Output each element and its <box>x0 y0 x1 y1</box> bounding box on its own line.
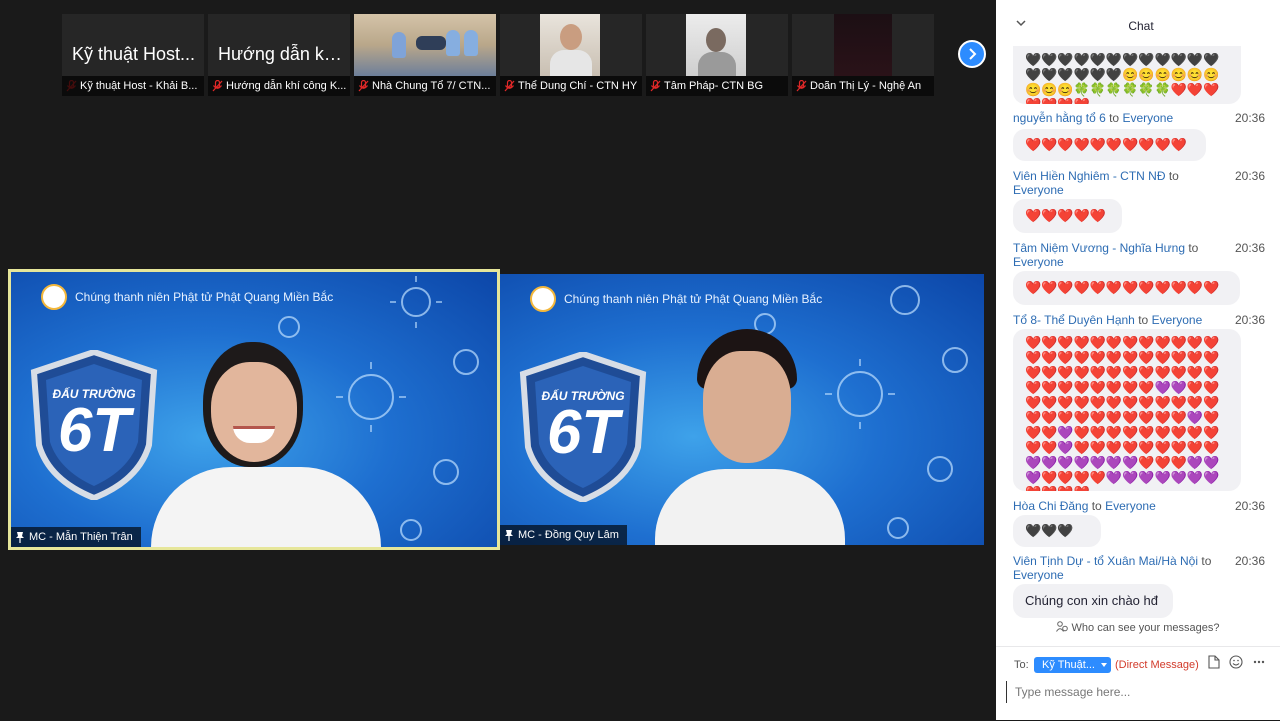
chat-title: Chat <box>1128 19 1154 33</box>
participant-video <box>686 14 746 76</box>
message-meta: Tâm Niệm Vương - Nghĩa Hưng to Everyone <box>1013 241 1199 269</box>
recipient-name: Everyone <box>1105 499 1156 513</box>
message-meta: Viên Tịnh Dự - tổ Xuân Mai/Hà Nội to Eve… <box>1013 554 1212 582</box>
recipient-name: Everyone <box>1122 111 1174 125</box>
muted-mic-icon <box>796 80 807 92</box>
message-bubble: Chúng con xin chào hđ ạ. <box>1013 584 1173 618</box>
people-icon <box>1056 621 1069 632</box>
recipient-name: Everyone <box>1013 568 1064 582</box>
message-time: 20:36 <box>1234 241 1265 255</box>
to-label: To: <box>1014 659 1029 671</box>
sender-name[interactable]: Tổ 8- Thể Duyên Hạnh <box>1013 313 1135 327</box>
organization-banner: Chúng thanh niên Phật tử Phật Quang Miền… <box>564 292 823 306</box>
message-bubble: 🖤🖤🖤🖤🖤🖤🖤🖤🖤🖤🖤🖤🖤🖤🖤🖤🖤🖤😊😊😊😊😊😊😊😊😊🍀🍀🍀🍀🍀🍀❤️❤️❤️❤… <box>1013 46 1241 104</box>
chat-panel: Chat 🖤🖤🖤🖤🖤🖤🖤🖤🖤🖤🖤🖤🖤🖤🖤🖤🖤🖤😊😊😊😊😊😊😊😊😊🍀🍀🍀🍀🍀🍀❤️… <box>996 0 1280 720</box>
message-meta: Viên Hiền Nghiêm - CTN NĐ to Everyone <box>1013 169 1179 197</box>
participant-name: MC - Mẫn Thiện Trân <box>29 531 133 543</box>
sender-name[interactable]: nguyễn hằng tổ 6 <box>1013 111 1106 125</box>
caret-down-icon <box>1101 663 1107 667</box>
recipient-name: Everyone <box>1013 183 1064 197</box>
emoji-icon[interactable] <box>1229 655 1243 669</box>
organization-logo <box>530 286 556 312</box>
sender-name[interactable]: Tâm Niệm Vương - Nghĩa Hưng <box>1013 241 1185 255</box>
next-page-button[interactable] <box>958 40 986 68</box>
participant-name: MC - Đồng Quy Lâm <box>518 529 619 541</box>
muted-mic-icon <box>212 80 223 92</box>
message-bubble: 🖤🖤🖤🖤🖤🖤 <box>1013 515 1101 547</box>
participant-video <box>834 14 892 76</box>
participant-thumbnail[interactable]: Hướng dẫn khí... Hướng dẫn khí công K... <box>208 14 350 96</box>
video-tile-active-speaker[interactable]: Chúng thanh niên Phật tử Phật Quang Miền… <box>11 272 497 547</box>
thumbnail-label: Tâm Pháp- CTN BG <box>646 76 788 96</box>
recipient-value: Kỹ Thuật... <box>1042 659 1095 671</box>
pin-icon <box>505 530 513 541</box>
participant-video <box>540 14 600 76</box>
banner-logo-text: 6T <box>57 396 131 465</box>
file-icon[interactable] <box>1208 655 1220 669</box>
chat-header: Chat <box>996 0 1280 46</box>
participant-thumbnail[interactable]: Kỹ thuật Host... Kỹ thuật Host - Khải B.… <box>62 14 204 96</box>
message-bubble: ❤️❤️❤️❤️❤️❤️❤️❤️❤️❤️❤️❤️❤️❤️❤️❤️❤️❤️❤️❤️… <box>1013 329 1241 491</box>
chat-message: nguyễn hằng tổ 6 to Everyone 20:36 ❤️❤️❤… <box>1013 111 1279 161</box>
recipient-name: Everyone <box>1013 255 1064 269</box>
video-gallery: Kỹ thuật Host... Kỹ thuật Host - Khải B.… <box>0 0 996 720</box>
privacy-link[interactable]: Who can see your messages? <box>996 621 1280 634</box>
participant-video <box>354 14 496 76</box>
thumbnail-name-large: Hướng dẫn khí... <box>218 44 346 64</box>
chat-messages: 🖤🖤🖤🖤🖤🖤🖤🖤🖤🖤🖤🖤🖤🖤🖤🖤🖤🖤😊😊😊😊😊😊😊😊😊🍀🍀🍀🍀🍀🍀❤️❤️❤️❤… <box>996 46 1280 618</box>
pin-icon <box>16 532 24 543</box>
chevron-right-icon <box>969 48 977 60</box>
message-meta: nguyễn hằng tổ 6 to Everyone <box>1013 111 1174 125</box>
participant-video <box>625 329 875 545</box>
chat-message: Viên Tịnh Dự - tổ Xuân Mai/Hà Nội to Eve… <box>1013 554 1279 618</box>
thumbnail-name-large: Kỹ thuật Host... <box>72 44 196 64</box>
privacy-text: Who can see your messages? <box>1071 622 1220 634</box>
participant-thumbnail[interactable]: Tâm Pháp- CTN BG <box>646 14 788 96</box>
thumbnail-label: Thể Dung Chí - CTN HY <box>500 76 642 96</box>
muted-mic-icon <box>358 80 369 92</box>
chat-message: Tâm Niệm Vương - Nghĩa Hưng to Everyone … <box>1013 241 1279 305</box>
participant-name-tag: MC - Mẫn Thiện Trân <box>11 527 141 547</box>
message-meta: Hòa Chi Đăng to Everyone <box>1013 499 1156 513</box>
sender-name[interactable]: Viên Tịnh Dự - tổ Xuân Mai/Hà Nội <box>1013 554 1198 568</box>
recipient-name: Everyone <box>1151 313 1203 327</box>
chat-message: Tổ 8- Thể Duyên Hạnh to Everyone 20:36 ❤… <box>1013 313 1279 491</box>
more-options-icon[interactable] <box>1253 655 1265 669</box>
banner-logo-text: 6T <box>546 398 620 467</box>
recipient-dropdown[interactable]: Kỹ Thuật... <box>1034 657 1111 673</box>
muted-mic-icon <box>504 80 515 92</box>
chat-message-input[interactable] <box>1006 681 1277 703</box>
message-time: 20:36 <box>1234 313 1265 327</box>
message-bubble: ❤️❤️❤️❤️❤️❤️❤️❤️❤️❤️ <box>1013 129 1206 161</box>
sender-name[interactable]: Hòa Chi Đăng <box>1013 499 1088 513</box>
thumbnail-label: Nhà Chung Tổ 7/ CTN... <box>354 76 496 96</box>
participant-thumbnail[interactable]: Thể Dung Chí - CTN HY <box>500 14 642 96</box>
muted-mic-icon <box>650 80 661 92</box>
message-meta: Tổ 8- Thể Duyên Hạnh to Everyone <box>1013 313 1203 327</box>
message-bubble: ❤️❤️❤️❤️❤️ <box>1013 199 1122 233</box>
message-time: 20:36 <box>1234 111 1265 125</box>
video-tile[interactable]: Chúng thanh niên Phật tử Phật Quang Miền… <box>500 274 984 545</box>
participant-video <box>151 342 401 547</box>
direct-message-label: (Direct Message) <box>1115 659 1199 671</box>
participant-name-tag: MC - Đồng Quy Lâm <box>500 525 627 545</box>
participant-thumbnail[interactable]: Doãn Thị Lý - Nghệ An <box>792 14 934 96</box>
sender-name[interactable]: Viên Hiền Nghiêm - CTN NĐ <box>1013 169 1166 183</box>
message-time: 20:36 <box>1234 169 1265 183</box>
organization-banner: Chúng thanh niên Phật tử Phật Quang Miền… <box>75 290 334 304</box>
thumbnail-label: Doãn Thị Lý - Nghệ An <box>792 76 934 96</box>
chat-message: Hòa Chi Đăng to Everyone 20:36 🖤🖤🖤🖤🖤🖤 <box>1013 499 1279 547</box>
organization-logo <box>41 284 67 310</box>
participant-thumbnail[interactable]: Nhà Chung Tổ 7/ CTN... <box>354 14 496 96</box>
message-bubble: ❤️❤️❤️❤️❤️❤️❤️❤️❤️❤️❤️❤️ <box>1013 271 1240 305</box>
chat-compose: To: Kỹ Thuật... (Direct Message) <box>996 646 1280 721</box>
message-time: 20:36 <box>1234 499 1265 513</box>
chat-message: Viên Hiền Nghiêm - CTN NĐ to Everyone 20… <box>1013 169 1279 233</box>
message-time: 20:36 <box>1234 554 1265 568</box>
thumbnail-label: Hướng dẫn khí công K... <box>208 76 350 96</box>
thumbnail-label: Kỹ thuật Host - Khải B... <box>62 76 204 96</box>
